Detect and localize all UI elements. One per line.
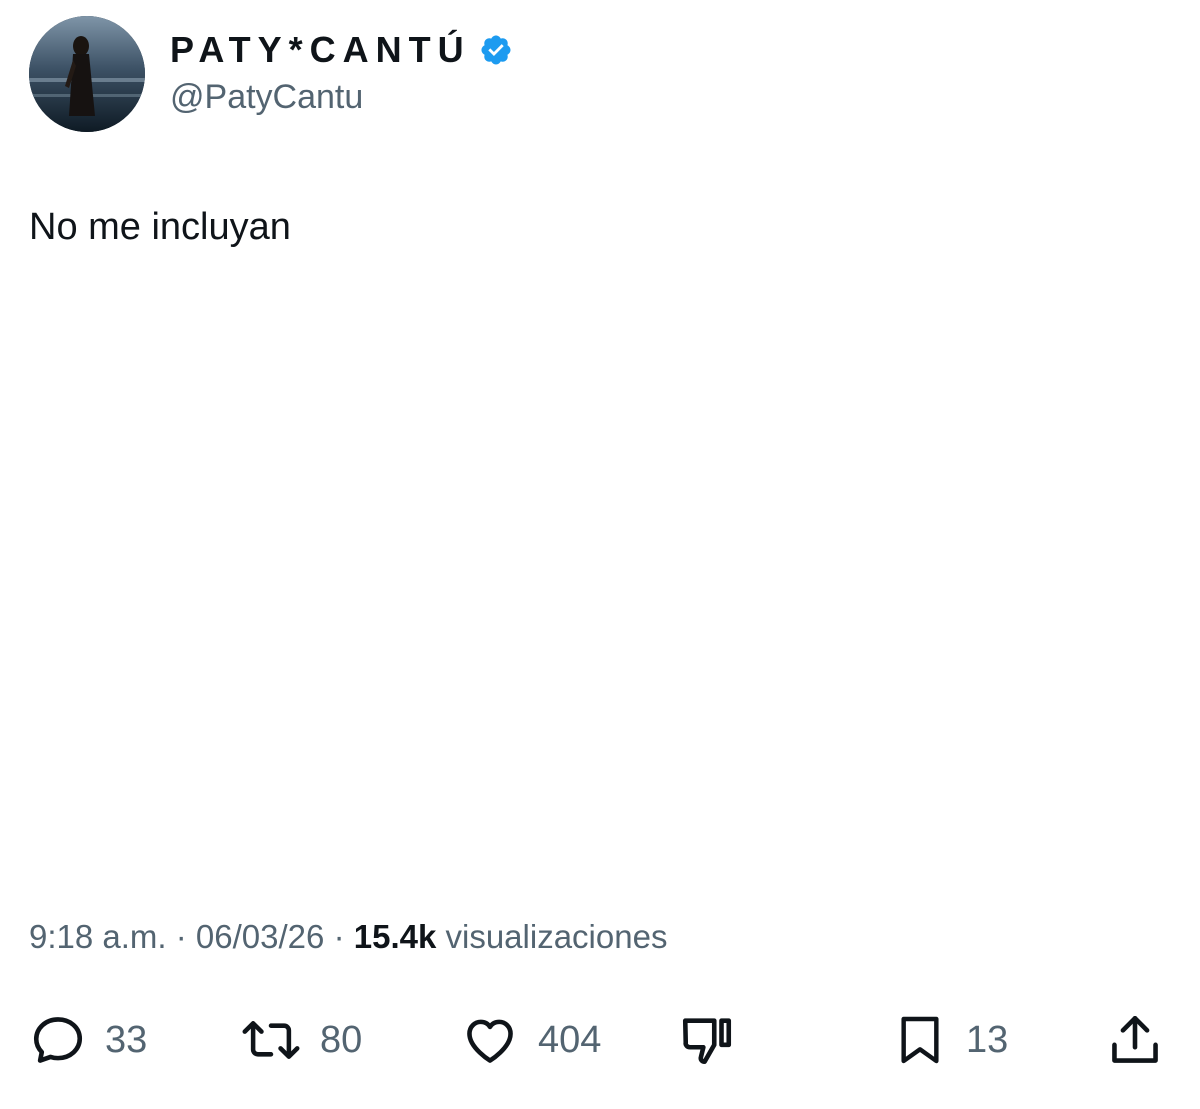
dislike-button[interactable] xyxy=(678,1010,736,1070)
reply-icon xyxy=(29,1011,87,1069)
views-count: 15.4k xyxy=(353,918,437,955)
share-button[interactable] xyxy=(1106,1010,1164,1070)
bookmark-count: 13 xyxy=(966,1018,1009,1061)
tweet-time[interactable]: 9:18 a.m. xyxy=(29,918,167,955)
meta-separator: · xyxy=(175,918,187,955)
bookmark-icon xyxy=(892,1011,948,1069)
tweet-date[interactable]: 06/03/26 xyxy=(196,918,324,955)
reply-button[interactable]: 33 xyxy=(29,1010,147,1070)
like-count: 404 xyxy=(538,1018,602,1061)
dislike-icon xyxy=(678,1011,736,1069)
views-label: visualizaciones xyxy=(445,918,668,955)
like-button[interactable]: 404 xyxy=(460,1010,601,1070)
like-icon xyxy=(460,1011,520,1069)
share-icon xyxy=(1106,1011,1164,1069)
display-name[interactable]: PATY*CANTÚ xyxy=(170,29,471,71)
meta-separator: · xyxy=(333,918,345,955)
bookmark-button[interactable]: 13 xyxy=(892,1010,1008,1070)
display-name-row: PATY*CANTÚ xyxy=(170,28,513,72)
reply-count: 33 xyxy=(105,1018,148,1061)
tweet-text: No me incluyan xyxy=(29,206,291,248)
verified-badge-icon[interactable] xyxy=(479,33,513,67)
repost-icon xyxy=(240,1011,302,1069)
repost-button[interactable]: 80 xyxy=(240,1010,362,1070)
handle[interactable]: @PatyCantu xyxy=(170,78,363,117)
repost-count: 80 xyxy=(320,1018,363,1061)
tweet-meta: 9:18 a.m. · 06/03/26 · 15.4k visualizaci… xyxy=(29,918,667,956)
avatar[interactable] xyxy=(29,16,145,132)
